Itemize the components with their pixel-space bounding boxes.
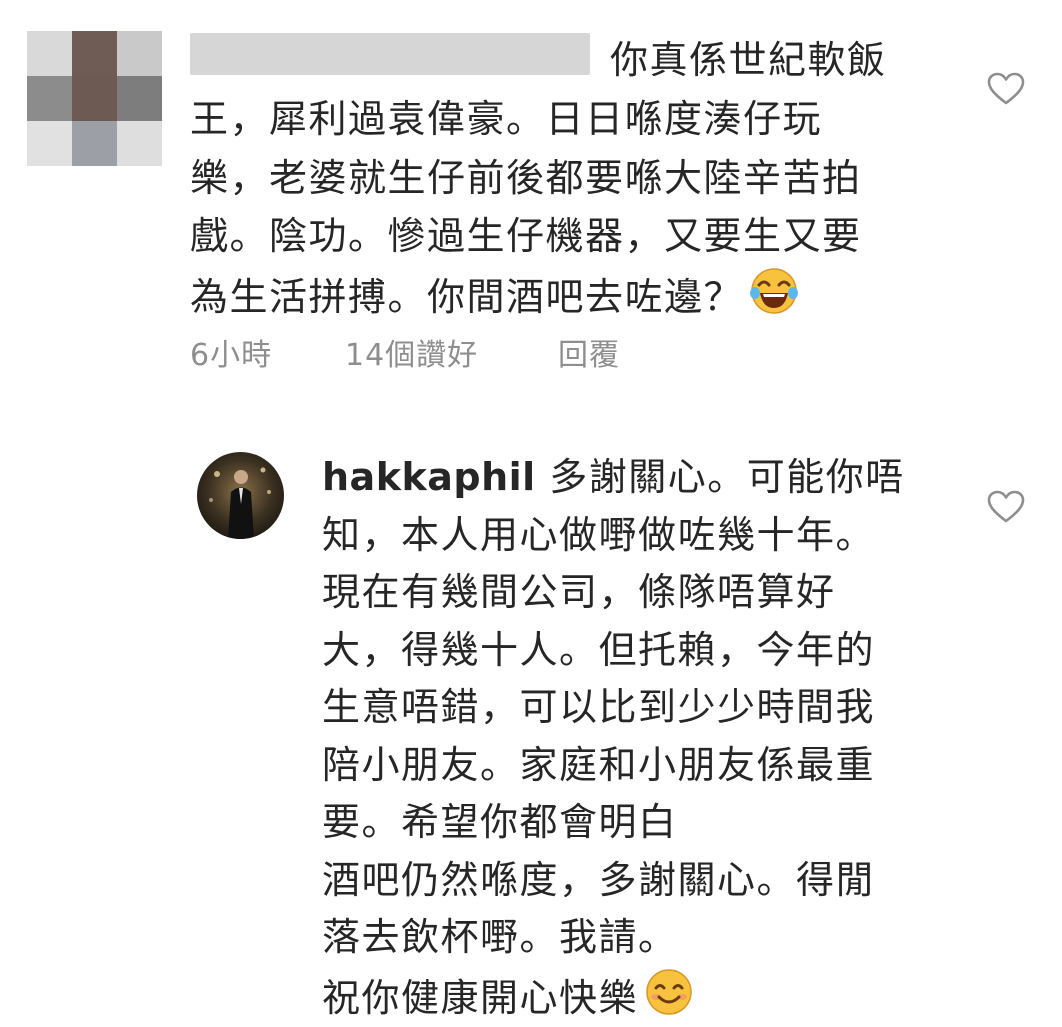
comment-likes-count[interactable]: 14個讚好 [345, 330, 478, 374]
comment-timestamp: 6小時 [190, 338, 273, 373]
laughing-tears-emoji-icon [750, 267, 799, 314]
user-avatar-blurred[interactable] [27, 31, 162, 166]
smiling-face-emoji-icon [646, 968, 692, 1015]
username-redacted[interactable] [190, 33, 590, 75]
user-avatar[interactable] [197, 452, 284, 539]
avatar-photo [197, 452, 284, 539]
comment-text-body: 王，犀利過袁偉豪。日日喺度湊仔玩 樂，老婆就生仔前後都要喺大陸辛苦拍 戲。陰功。… [190, 90, 862, 326]
comment-text-line-1: 你真係世紀軟飯 [610, 38, 887, 82]
comment-text-rest: 知，本人用心做嘢做咗幾十年。 現在有幾間公司，條隊唔算好 大，得幾十人。但托賴，… [322, 512, 876, 1020]
heart-outline-icon[interactable] [987, 72, 1025, 106]
comment-text-line-1: 多謝關心。可能你唔 [535, 455, 905, 499]
heart-outline-icon[interactable] [987, 490, 1025, 524]
comment-text-body: hakkaphil 多謝關心。可能你唔 知，本人用心做嘢做咗幾十年。 現在有幾間… [322, 449, 905, 1027]
comment-username[interactable]: hakkaphil [322, 455, 536, 499]
reply-button[interactable]: 回覆 [558, 330, 620, 374]
